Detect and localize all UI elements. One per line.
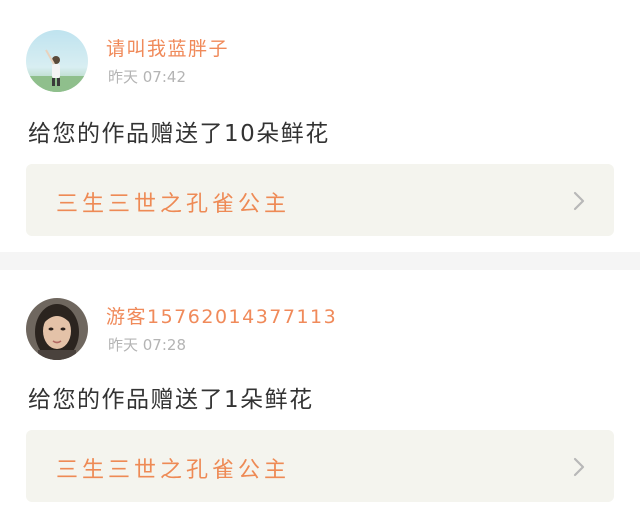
- avatar[interactable]: [26, 30, 88, 92]
- gift-message: 给您的作品赠送了10朵鲜花: [28, 121, 330, 147]
- work-link-button[interactable]: 三生三世之孔雀公主: [26, 430, 614, 502]
- avatar-image: [26, 298, 88, 360]
- chevron-right-icon: [573, 457, 585, 477]
- gift-message: 给您的作品赠送了1朵鲜花: [28, 387, 314, 413]
- work-title: 三生三世之孔雀公主: [56, 192, 291, 217]
- work-link-button[interactable]: 三生三世之孔雀公主: [26, 164, 614, 236]
- notification-card: 请叫我蓝胖子 昨天 07:42 给您的作品赠送了10朵鲜花 三生三世之孔雀公主: [0, 0, 640, 252]
- timestamp: 昨天 07:42: [108, 68, 186, 86]
- work-title: 三生三世之孔雀公主: [56, 458, 291, 483]
- username[interactable]: 请叫我蓝胖子: [106, 34, 229, 61]
- notification-card: 游客15762014377113 昨天 07:28 给您的作品赠送了1朵鲜花 三…: [0, 270, 640, 530]
- chevron-right-icon: [573, 191, 585, 211]
- avatar-image: [26, 30, 88, 92]
- username[interactable]: 游客15762014377113: [106, 302, 337, 329]
- avatar[interactable]: [26, 298, 88, 360]
- timestamp: 昨天 07:28: [108, 336, 186, 354]
